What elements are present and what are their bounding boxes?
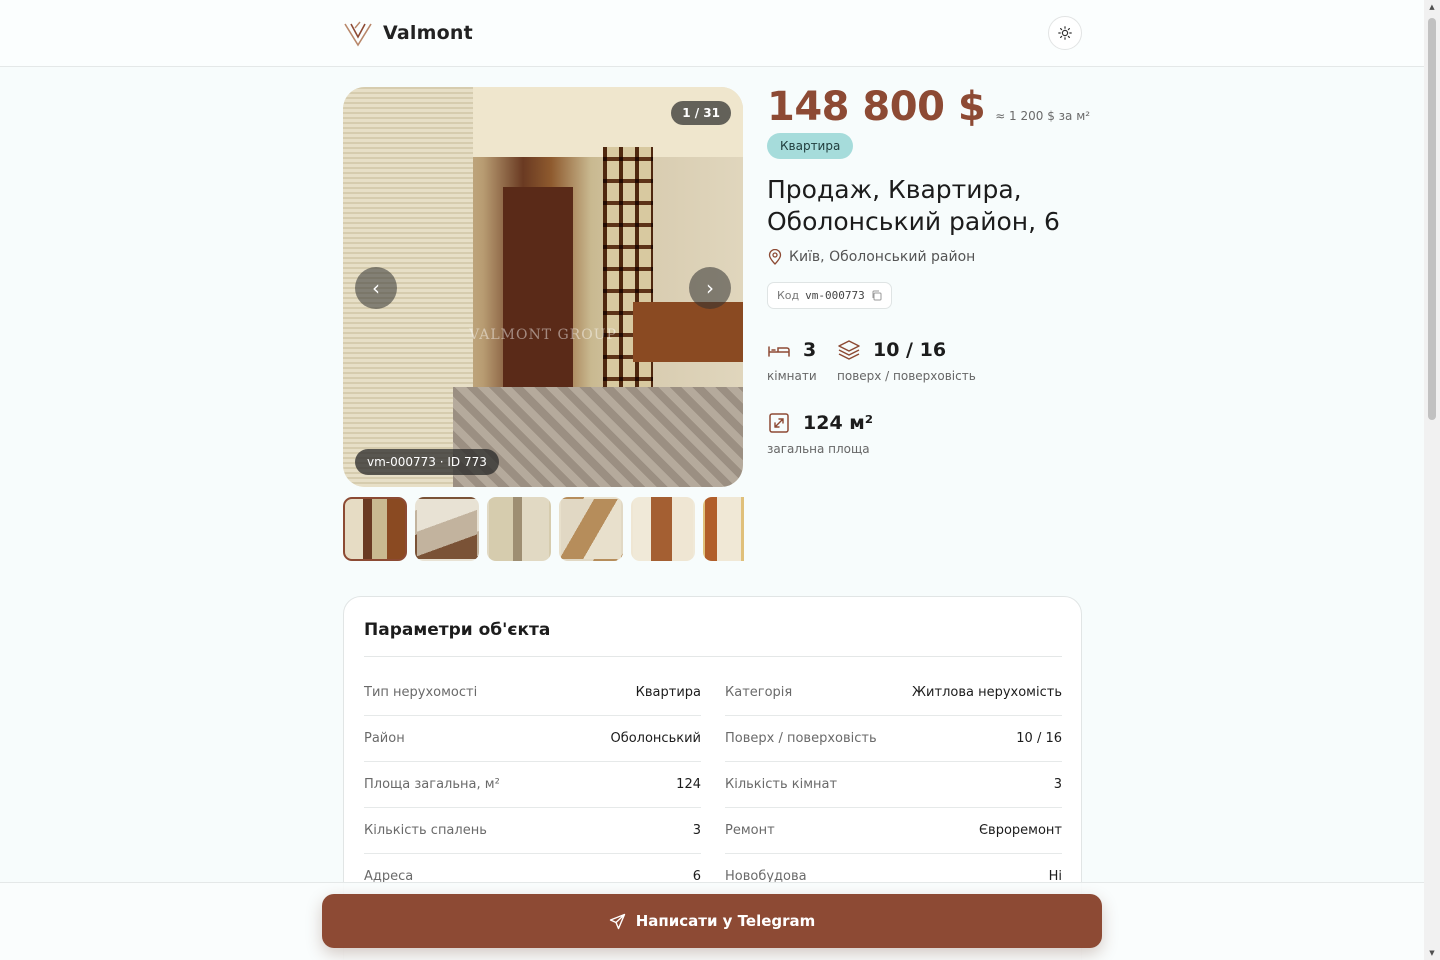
thumbnail-4[interactable] <box>559 497 623 561</box>
param-row: Площа загальна, м² 124 <box>364 762 701 808</box>
chevron-left-icon: ‹ <box>372 276 380 300</box>
price-per-m2: ≈ 1 200 $ за м² <box>995 109 1091 123</box>
thumbnail-6[interactable] <box>703 497 744 561</box>
brand-name: Valmont <box>383 22 473 44</box>
price: 148 800 $ <box>767 84 986 130</box>
scroll-up-arrow-icon[interactable]: ▲ <box>1428 3 1436 11</box>
floor-value: 10 / 16 <box>873 339 947 361</box>
thumbnail-2[interactable] <box>415 497 479 561</box>
scrollbar[interactable]: ▲ ▼ <box>1424 0 1440 960</box>
code-value: vm-000773 <box>805 289 865 302</box>
photo-watermark: VALMONT GROUP <box>469 327 617 343</box>
prev-photo-button[interactable]: ‹ <box>355 267 397 309</box>
thumbnail-5[interactable] <box>631 497 695 561</box>
param-row: Кількість кімнат 3 <box>725 762 1062 808</box>
property-type-badge: Квартира <box>767 133 854 159</box>
area-value: 124 м² <box>803 412 874 434</box>
floor-label: поверх / поверховість <box>837 369 976 383</box>
next-photo-button[interactable]: › <box>689 267 731 309</box>
main-photo[interactable]: VALMONT GROUP 1 / 31 ‹ › vm-000773 · ID … <box>343 87 743 487</box>
params-title: Параметри об'єкта <box>364 620 551 640</box>
photo-caption: vm-000773 · ID 773 <box>355 449 499 475</box>
param-row: Поверх / поверховість 10 / 16 <box>725 716 1062 762</box>
stat-rooms: 3 кімнати <box>767 339 817 383</box>
top-bar: Valmont <box>0 0 1424 67</box>
param-row: Ремонт Євроремонт <box>725 808 1062 854</box>
thumbnail-1[interactable] <box>343 497 407 561</box>
copy-icon[interactable] <box>871 290 882 301</box>
param-row: Район Оболонський <box>364 716 701 762</box>
chevron-right-icon: › <box>706 276 714 300</box>
listing-title: Продаж, Квартира, Оболонський район, 6 <box>767 175 1060 236</box>
valmont-logo-icon <box>344 21 372 47</box>
rooms-label: кімнати <box>767 369 817 383</box>
bed-icon <box>768 346 790 357</box>
scrollbar-thumb[interactable] <box>1428 18 1436 420</box>
stat-floor: 10 / 16 поверх / поверховість <box>837 339 976 383</box>
send-icon <box>609 913 625 929</box>
listing-code[interactable]: Код vm-000773 <box>767 282 892 309</box>
param-row: Категорія Житлова нерухомість <box>725 670 1062 716</box>
param-row: Тип нерухомості Квартира <box>364 670 701 716</box>
scroll-down-arrow-icon[interactable]: ▼ <box>1428 949 1436 957</box>
telegram-button[interactable]: Написати у Telegram <box>322 894 1102 948</box>
area-icon <box>769 413 789 433</box>
thumbnail-strip <box>343 497 744 561</box>
photo-counter: 1 / 31 <box>671 101 731 125</box>
brand-logo[interactable]: Valmont <box>343 18 473 48</box>
price-block: 148 800 $ ≈ 1 200 $ за м² <box>767 84 1090 130</box>
map-pin-icon <box>768 249 782 265</box>
thumbnail-3[interactable] <box>487 497 551 561</box>
telegram-button-label: Написати у Telegram <box>635 912 816 930</box>
area-label: загальна площа <box>767 442 870 456</box>
rooms-value: 3 <box>803 339 817 361</box>
location: Київ, Оболонський район <box>767 249 975 265</box>
layers-icon <box>838 340 860 360</box>
param-row: Кількість спалень 3 <box>364 808 701 854</box>
theme-toggle-button[interactable] <box>1048 16 1082 50</box>
location-text: Київ, Оболонський район <box>789 249 976 265</box>
code-label: Код <box>777 289 800 302</box>
sun-icon <box>1058 26 1072 40</box>
stat-area: 124 м² загальна площа <box>767 412 873 456</box>
